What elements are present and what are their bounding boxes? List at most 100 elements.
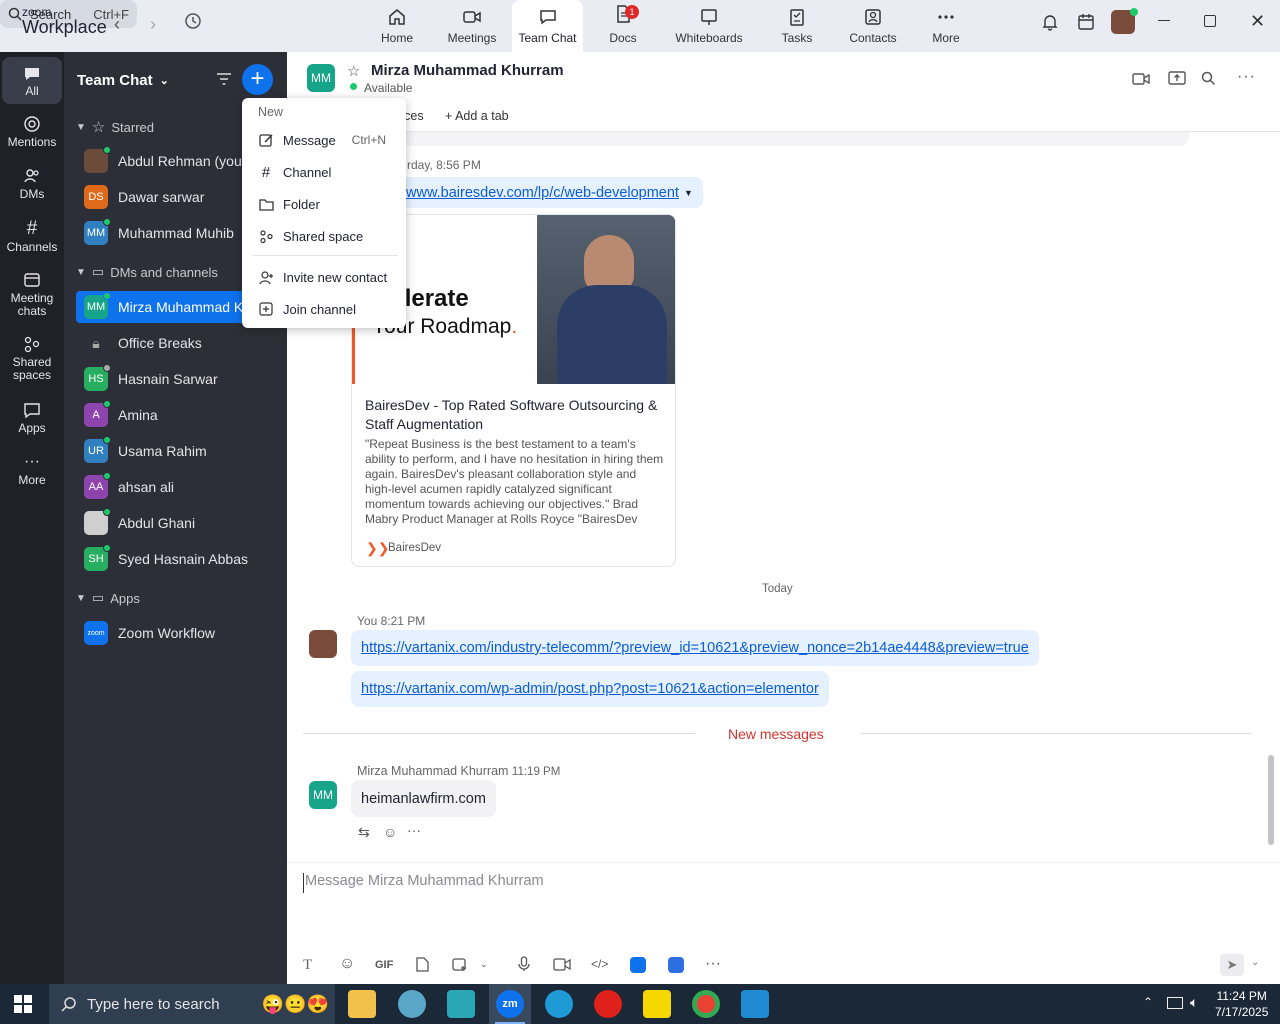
chrome-icon[interactable] (692, 990, 720, 1018)
video-message-icon[interactable] (553, 958, 571, 974)
sticky-notes-icon[interactable] (643, 990, 671, 1018)
clock[interactable]: 11:24 PM 7/17/2025 (1215, 988, 1268, 1020)
dm-item[interactable]: SH Syed Hasnain Abbas (76, 543, 287, 575)
more-tools-icon[interactable]: ··· (705, 955, 721, 973)
message-link[interactable]: https://vartanix.com/wp-admin/post.php?p… (361, 681, 819, 697)
dm-item[interactable]: Abdul Ghani (76, 507, 287, 539)
share-screen-icon[interactable] (1168, 70, 1186, 89)
edge-icon[interactable] (545, 990, 573, 1018)
close-icon[interactable]: ✕ (1250, 11, 1265, 32)
message-link[interactable]: /www.bairesdev.com/lp/c/web-development (402, 185, 679, 201)
app-shortcut-icon[interactable] (630, 957, 646, 973)
chevron-down-icon[interactable]: ⌄ (1251, 957, 1259, 968)
menu-item-channel[interactable]: # Channel (242, 158, 406, 186)
avatar[interactable] (309, 630, 337, 658)
rail-more[interactable]: ··· More (2, 453, 62, 487)
apps-section[interactable]: ▼ ▭ Apps (76, 590, 140, 606)
windows-start-icon[interactable] (14, 995, 32, 1016)
reply-icon[interactable]: ⇆ (358, 824, 370, 841)
dm-item[interactable]: AA ahsan ali (76, 471, 287, 503)
add-reaction-icon[interactable]: ☺ (383, 824, 397, 840)
more-actions-icon[interactable]: ··· (407, 822, 421, 838)
volume-icon[interactable]: 🔈︎ (1190, 994, 1198, 1011)
opera-icon[interactable] (594, 990, 622, 1018)
app-item[interactable]: zoom Zoom Workflow (76, 617, 287, 649)
dms-section[interactable]: ▼ ▭ DMs and channels (76, 264, 218, 280)
history-icon[interactable] (184, 12, 202, 33)
vscode-icon[interactable] (741, 990, 769, 1018)
dm-item[interactable]: UR Usama Rahim (76, 435, 287, 467)
new-plus-button[interactable]: + (242, 64, 273, 95)
message-bubble[interactable]: https://vartanix.com/industry-telecomm/?… (351, 630, 1039, 666)
chevron-down-icon[interactable]: ⌄ (480, 959, 488, 970)
app-shortcut-icon[interactable] (668, 957, 684, 973)
add-tab-button[interactable]: + Add a tab (445, 109, 509, 123)
status-dot (350, 83, 357, 90)
chat-title[interactable]: Mirza Muhammad Khurram (371, 62, 564, 79)
file-explorer-icon[interactable] (348, 990, 376, 1018)
taskbar-search[interactable]: Type here to search 😜😐😍 (49, 984, 335, 1024)
preview-title: BairesDev - Top Rated Software Outsourci… (365, 397, 658, 432)
dm-item[interactable]: HS Hasnain Sarwar (76, 363, 287, 395)
emoji-icon[interactable]: ☺ (339, 955, 355, 973)
code-snippet-icon[interactable]: </> (591, 957, 608, 971)
bell-icon[interactable] (1041, 13, 1059, 34)
microphone-icon[interactable] (518, 956, 530, 975)
dm-item[interactable]: 🔒︎ Office Breaks (76, 327, 287, 359)
nav-docs[interactable]: 1 Docs (598, 0, 648, 52)
minimize-icon[interactable] (1158, 20, 1170, 21)
message-bubble[interactable]: heimanlawfirm.com (351, 780, 496, 817)
screenshot-icon[interactable] (452, 957, 468, 975)
nav-whiteboards[interactable]: Whiteboards (668, 0, 750, 52)
star-icon[interactable]: ☆ (347, 62, 360, 80)
chevron-up-icon[interactable]: ⌃ (1143, 995, 1153, 1009)
message-input[interactable]: Message Mirza Muhammad Khurram (303, 873, 1263, 893)
menu-item-folder[interactable]: Folder (242, 190, 406, 218)
scrollbar-thumb[interactable] (1268, 755, 1274, 845)
nav-meetings[interactable]: Meetings (440, 0, 504, 52)
nav-tasks[interactable]: Tasks (774, 0, 820, 52)
nav-team-chat[interactable]: Team Chat (512, 0, 583, 52)
file-icon[interactable] (416, 957, 429, 975)
message-link[interactable]: https://vartanix.com/industry-telecomm/?… (361, 640, 1029, 656)
network-icon[interactable] (1167, 997, 1183, 1009)
menu-item-invite-contact[interactable]: Invite new contact (242, 263, 406, 291)
message-bubble[interactable]: https://vartanix.com/wp-admin/post.php?p… (351, 671, 829, 707)
search-icon[interactable] (1201, 71, 1216, 89)
app-icon[interactable] (398, 990, 426, 1018)
avatar-initials: MM (86, 301, 106, 313)
video-call-icon[interactable] (1132, 72, 1150, 89)
rail-mentions[interactable]: Mentions (2, 115, 62, 149)
user-avatar[interactable] (1111, 8, 1138, 34)
rail-shared-spaces[interactable]: Shared spaces (2, 335, 62, 381)
zoom-taskbar-active[interactable]: zm (489, 984, 531, 1024)
rail-meeting-chats[interactable]: Meeting chats (2, 271, 62, 317)
starred-section[interactable]: ▼ ☆ Starred (76, 118, 154, 136)
text-format-icon[interactable]: T (303, 957, 312, 974)
rail-apps[interactable]: Apps (2, 401, 62, 435)
back-arrow-icon[interactable]: ‹ (114, 14, 120, 35)
chevron-down-icon[interactable]: ▼ (684, 188, 693, 198)
calendar-icon[interactable] (1077, 13, 1095, 34)
nav-more[interactable]: More (924, 0, 968, 52)
restore-icon[interactable] (1204, 15, 1216, 27)
menu-item-shared-space[interactable]: Shared space (242, 222, 406, 250)
message-bubble[interactable]: /www.bairesdev.com/lp/c/web-development … (392, 177, 703, 208)
previous-bubble-edge (351, 132, 1189, 146)
dm-item[interactable]: A Amina (76, 399, 287, 431)
sidebar-title[interactable]: Team Chat ⌄ (77, 72, 169, 89)
rail-channels[interactable]: # Channels (2, 219, 62, 254)
nav-contacts[interactable]: Contacts (842, 0, 904, 52)
gif-button[interactable]: GIF (375, 959, 393, 971)
menu-item-join-channel[interactable]: Join channel (242, 295, 406, 323)
avatar[interactable]: MM (309, 781, 337, 809)
menu-item-message[interactable]: Message Ctrl+N (242, 126, 406, 154)
rail-dms[interactable]: DMs (2, 167, 62, 201)
send-button[interactable]: ➤ (1220, 954, 1244, 976)
rail-all[interactable]: All (2, 57, 62, 104)
filter-icon[interactable] (216, 72, 232, 89)
forward-arrow-icon[interactable]: › (150, 14, 156, 35)
app-icon[interactable] (447, 990, 475, 1018)
nav-home[interactable]: Home (368, 0, 426, 52)
more-options-icon[interactable]: ··· (1237, 68, 1256, 86)
